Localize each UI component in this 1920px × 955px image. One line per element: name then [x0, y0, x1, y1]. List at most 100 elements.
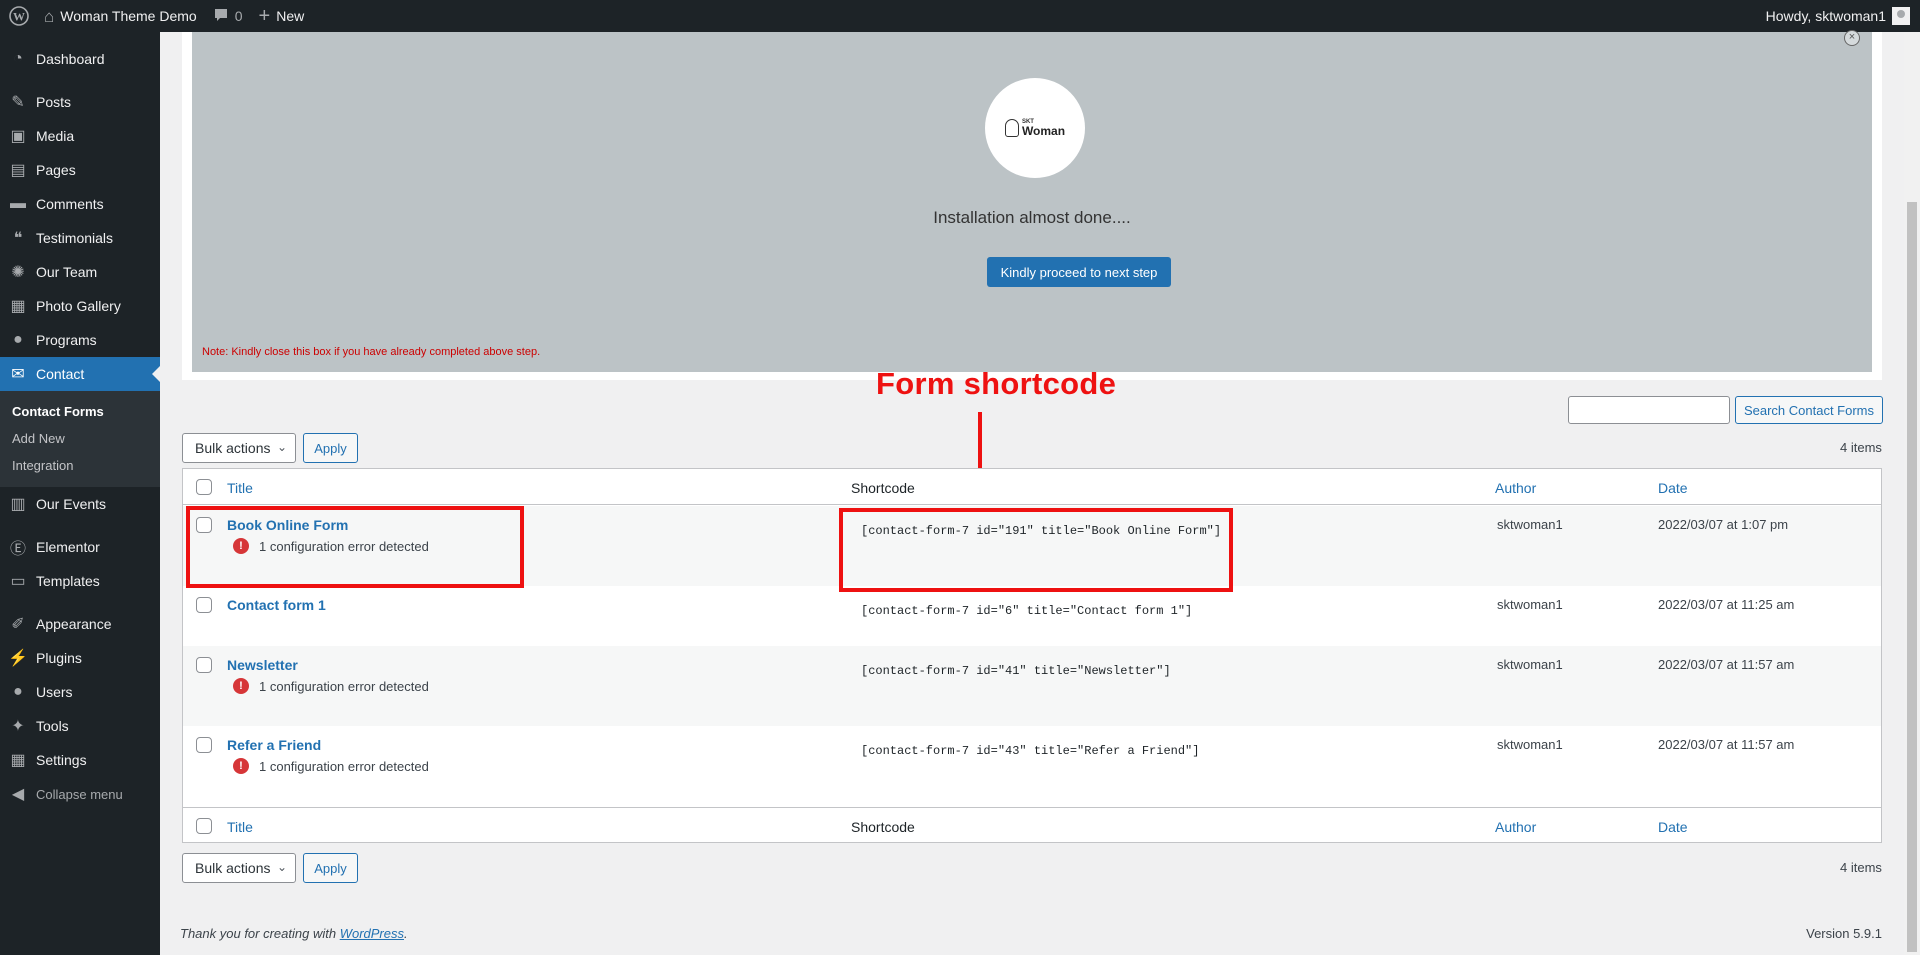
- select-all-checkbox[interactable]: [196, 479, 212, 495]
- bulk-actions-select-bottom[interactable]: Bulk actions ⌄: [182, 853, 296, 883]
- row-checkbox[interactable]: [196, 737, 212, 753]
- submenu-contact-forms[interactable]: Contact Forms: [0, 398, 160, 425]
- form-title-link[interactable]: Contact form 1: [227, 597, 326, 613]
- column-date-header[interactable]: Date: [1658, 480, 1688, 496]
- search-input[interactable]: [1568, 396, 1730, 424]
- apply-button-bottom[interactable]: Apply: [303, 853, 358, 883]
- sidebar-item-pages[interactable]: ▤ Pages: [0, 153, 160, 187]
- svg-text:W: W: [13, 10, 25, 24]
- apply-button-top[interactable]: Apply: [303, 433, 358, 463]
- site-name: Woman Theme Demo: [60, 8, 197, 24]
- error-icon: !: [233, 678, 249, 694]
- sidebar-item-our-team[interactable]: ✺ Our Team: [0, 255, 160, 289]
- chevron-down-icon: ⌄: [276, 440, 287, 454]
- theme-logo: SKT Woman: [985, 78, 1085, 178]
- submenu-add-new[interactable]: Add New: [0, 425, 160, 452]
- sidebar-item-label: Elementor: [36, 539, 100, 555]
- row-checkbox[interactable]: [196, 657, 212, 673]
- wordpress-link[interactable]: WordPress: [340, 926, 404, 941]
- submenu-integration[interactable]: Integration: [0, 452, 160, 479]
- author-text: sktwoman1: [1497, 597, 1563, 612]
- author-text: sktwoman1: [1497, 657, 1563, 672]
- column-author-header[interactable]: Author: [1495, 480, 1536, 496]
- author-text: sktwoman1: [1497, 517, 1563, 532]
- elementor-icon: Ⓔ: [9, 541, 26, 558]
- date-text: 2022/03/07 at 11:57 am: [1658, 737, 1795, 752]
- date-text: 2022/03/07 at 11:57 am: [1658, 657, 1795, 672]
- shortcode-highlight-box: [839, 508, 1233, 592]
- sidebar-item-tools[interactable]: ✦ Tools: [0, 709, 160, 743]
- table-row: Newsletter ! 1 configuration error detec…: [183, 646, 1881, 726]
- sidebar-item-label: Testimonials: [36, 230, 114, 246]
- shortcode-text[interactable]: [contact-form-7 id="43" title="Refer a F…: [861, 744, 1199, 758]
- footer-thanks-suffix: .: [404, 926, 408, 941]
- site-name-link[interactable]: ⌂ Woman Theme Demo: [36, 0, 205, 32]
- avatar: [1892, 7, 1910, 25]
- comment-icon: ▬: [10, 195, 26, 212]
- account-menu[interactable]: Howdy, sktwoman1: [1758, 0, 1920, 32]
- admin-bar: W ⌂ Woman Theme Demo 0 + New Howdy, sktw…: [0, 0, 1920, 32]
- page-scrollbar[interactable]: [1904, 32, 1920, 955]
- items-count-bottom: 4 items: [1840, 860, 1882, 875]
- search-contact-forms-button[interactable]: Search Contact Forms: [1735, 396, 1883, 424]
- sidebar-item-label: Settings: [36, 752, 87, 768]
- installation-status-text: Installation almost done....: [933, 208, 1131, 227]
- sidebar-item-label: Posts: [36, 94, 72, 110]
- table-header: Title Shortcode Author Date: [183, 469, 1881, 505]
- new-content-link[interactable]: + New: [251, 0, 313, 32]
- form-title-link[interactable]: Newsletter: [227, 657, 298, 673]
- media-icon: ▣: [10, 128, 26, 145]
- sidebar-item-media[interactable]: ▣ Media: [0, 119, 160, 153]
- sidebar-item-comments[interactable]: ▬ Comments: [0, 187, 160, 221]
- main-content: × SKT Woman Installation almost done....…: [160, 30, 1904, 955]
- sidebar-item-programs[interactable]: ● Programs: [0, 323, 160, 357]
- form-title-link[interactable]: Refer a Friend: [227, 737, 321, 753]
- shortcode-text[interactable]: [contact-form-7 id="6" title="Contact fo…: [861, 604, 1192, 618]
- sidebar-item-dashboard[interactable]: ◔ Dashboard: [0, 42, 160, 76]
- sidebar-item-users[interactable]: ● Users: [0, 675, 160, 709]
- sidebar-item-posts[interactable]: ✎ Posts: [0, 85, 160, 119]
- author-text: sktwoman1: [1497, 737, 1563, 752]
- shortcode-text[interactable]: [contact-form-7 id="41" title="Newslette…: [861, 664, 1171, 678]
- home-icon: ⌂: [44, 6, 55, 26]
- column-author-footer[interactable]: Author: [1495, 819, 1536, 835]
- sidebar-item-label: Comments: [36, 196, 104, 212]
- column-title-header[interactable]: Title: [227, 480, 253, 496]
- column-title-footer[interactable]: Title: [227, 819, 253, 835]
- new-label: New: [276, 8, 305, 24]
- column-shortcode-footer: Shortcode: [851, 819, 915, 835]
- close-icon[interactable]: ×: [1844, 30, 1860, 46]
- sidebar-item-collapse-menu[interactable]: ◀ Collapse menu: [0, 777, 160, 811]
- quote-icon: ❝: [13, 230, 23, 247]
- sidebar-item-label: Our Events: [36, 496, 107, 512]
- scrollbar-thumb[interactable]: [1907, 202, 1917, 952]
- config-error-text: 1 configuration error detected: [259, 678, 429, 694]
- sidebar-item-testimonials[interactable]: ❝ Testimonials: [0, 221, 160, 255]
- column-date-footer[interactable]: Date: [1658, 819, 1688, 835]
- sidebar-item-label: Tools: [36, 718, 69, 734]
- config-error-text: 1 configuration error detected: [259, 758, 429, 774]
- sidebar-item-elementor[interactable]: Ⓔ Elementor: [0, 530, 160, 564]
- select-all-checkbox-bottom[interactable]: [196, 818, 212, 834]
- title-highlight-box: [186, 506, 524, 588]
- settings-icon: ▦: [10, 752, 26, 769]
- table-row: Contact form 1 [contact-form-7 id="6" ti…: [183, 586, 1881, 646]
- sidebar-item-contact[interactable]: ✉ Contact: [0, 357, 160, 391]
- sidebar-item-photo-gallery[interactable]: ▦ Photo Gallery: [0, 289, 160, 323]
- proceed-next-step-button[interactable]: Kindly proceed to next step: [987, 257, 1171, 287]
- sidebar-item-plugins[interactable]: ⚡ Plugins: [0, 641, 160, 675]
- sidebar-item-appearance[interactable]: ✐ Appearance: [0, 607, 160, 641]
- plugin-icon: ⚡: [8, 650, 28, 667]
- version-text: Version 5.9.1: [1806, 926, 1882, 941]
- sidebar-item-label: Pages: [36, 162, 76, 178]
- sidebar-item-settings[interactable]: ▦ Settings: [0, 743, 160, 777]
- bulk-actions-select-top[interactable]: Bulk actions ⌄: [182, 433, 296, 463]
- row-checkbox[interactable]: [196, 597, 212, 613]
- sidebar-item-our-events[interactable]: ▥ Our Events: [0, 487, 160, 521]
- sidebar-item-templates[interactable]: ▭ Templates: [0, 564, 160, 598]
- wordpress-logo-icon[interactable]: W: [2, 0, 36, 32]
- comments-link[interactable]: 0: [205, 0, 251, 32]
- sidebar-item-label: Photo Gallery: [36, 298, 121, 314]
- pages-icon: ▤: [10, 162, 26, 179]
- items-count-top: 4 items: [1840, 440, 1882, 455]
